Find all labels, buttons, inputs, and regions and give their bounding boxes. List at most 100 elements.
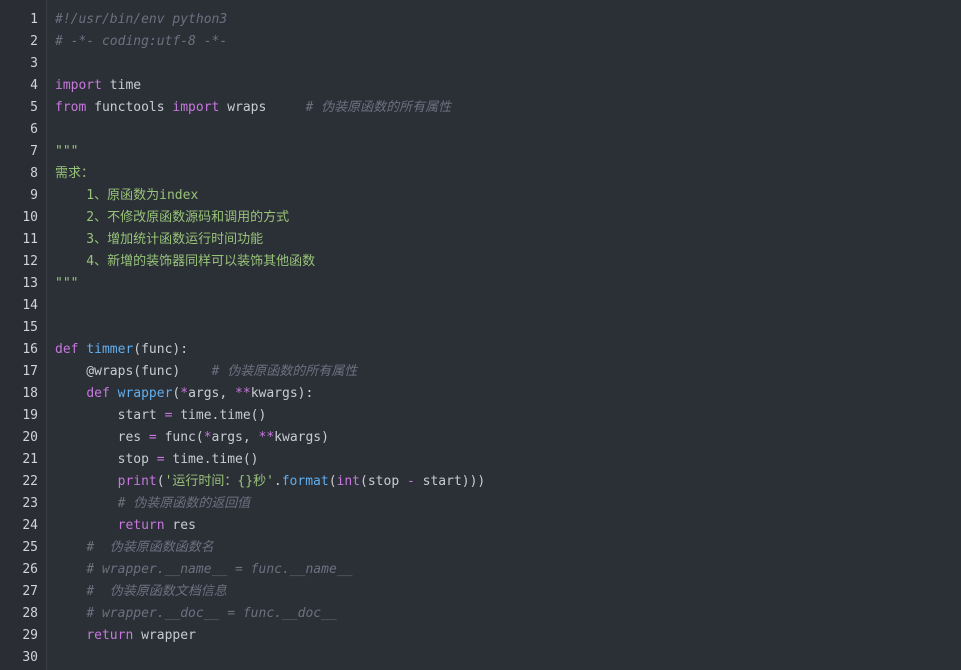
code-line[interactable]: 需求： bbox=[55, 163, 961, 185]
line-number: 11 bbox=[22, 232, 38, 247]
code-line[interactable] bbox=[55, 647, 961, 669]
code-line[interactable]: """ bbox=[55, 273, 961, 295]
code-token: ( bbox=[156, 474, 165, 489]
line-number: 10 bbox=[22, 210, 38, 225]
code-line[interactable]: res = func(*args, **kwargs) bbox=[55, 427, 961, 449]
code-line[interactable]: def timmer(func): bbox=[55, 339, 961, 361]
code-token: stop bbox=[55, 452, 157, 467]
code-token: from bbox=[55, 100, 87, 115]
code-line[interactable]: # 伪装原函数函数名 bbox=[55, 537, 961, 559]
line-number: 25 bbox=[22, 540, 38, 555]
line-number: 20 bbox=[22, 430, 38, 445]
code-area[interactable]: #!/usr/bin/env python3 # -*- coding:utf-8… bbox=[47, 0, 961, 670]
code-token: (func): bbox=[133, 342, 189, 357]
code-line[interactable]: # 伪装原函数的返回值 bbox=[55, 493, 961, 515]
code-token: import bbox=[172, 100, 220, 115]
code-token: start bbox=[55, 408, 165, 423]
code-token: = bbox=[156, 452, 165, 467]
line-number: 3 bbox=[30, 56, 38, 71]
line-number: 26 bbox=[22, 562, 38, 577]
code-token: time bbox=[101, 78, 142, 93]
code-token: return bbox=[117, 518, 165, 533]
line-number: 13 bbox=[22, 276, 38, 291]
code-editor[interactable]: 1 2 3 4 5 6 7 8 9 10 11 12 13 14 15 16 17 18 19 20 21 22 23 24 2… bbox=[0, 0, 961, 670]
line-number: 17 bbox=[22, 364, 38, 379]
code-token: . bbox=[273, 474, 282, 489]
code-line[interactable]: import time bbox=[55, 75, 961, 97]
code-token: # 伪装原函数文档信息 bbox=[86, 584, 227, 599]
code-token: # 伪装原函数的返回值 bbox=[117, 496, 251, 511]
code-line[interactable]: 2、不修改原函数源码和调用的方式 bbox=[55, 207, 961, 229]
code-token: wrapper bbox=[133, 628, 196, 643]
code-token: 需求： bbox=[55, 166, 95, 181]
code-line[interactable]: """ bbox=[55, 141, 961, 163]
code-token: 4、新增的装饰器同样可以装饰其他函数 bbox=[55, 254, 316, 269]
line-number: 29 bbox=[22, 628, 38, 643]
code-token: import bbox=[55, 78, 102, 93]
code-token: '运行时间：{}秒' bbox=[164, 474, 274, 489]
code-token: wraps bbox=[219, 100, 306, 115]
code-line[interactable]: return res bbox=[55, 515, 961, 537]
code-token: timmer bbox=[86, 342, 134, 357]
code-line[interactable]: stop = time.time() bbox=[55, 449, 961, 471]
code-token: * bbox=[180, 386, 189, 401]
code-line[interactable]: return wrapper bbox=[55, 625, 961, 647]
code-token: def bbox=[86, 386, 110, 401]
code-token: kwargs): bbox=[250, 386, 314, 401]
line-number: 19 bbox=[22, 408, 38, 423]
code-token: # 伪装原函数函数名 bbox=[86, 540, 214, 555]
code-line[interactable]: 4、新增的装饰器同样可以装饰其他函数 bbox=[55, 251, 961, 273]
line-number: 24 bbox=[22, 518, 38, 533]
code-line[interactable] bbox=[55, 295, 961, 317]
code-line[interactable]: @wraps(func) # 伪装原函数的所有属性 bbox=[55, 361, 961, 383]
code-line[interactable]: from functools import wraps # 伪装原函数的所有属性 bbox=[55, 97, 961, 119]
code-token: # wrapper.__doc__ = func.__doc__ bbox=[86, 606, 337, 621]
code-token: @wraps(func) bbox=[55, 364, 212, 379]
code-token: time.time() bbox=[164, 452, 259, 467]
line-number: 22 bbox=[22, 474, 38, 489]
line-number-gutter: 1 2 3 4 5 6 7 8 9 10 11 12 13 14 15 16 17 18 19 20 21 22 23 24 2… bbox=[0, 0, 47, 670]
code-token: args, bbox=[211, 430, 259, 445]
code-token: def bbox=[55, 342, 79, 357]
code-token: * bbox=[203, 430, 212, 445]
code-line[interactable]: # wrapper.__doc__ = func.__doc__ bbox=[55, 603, 961, 625]
code-token: ( bbox=[328, 474, 337, 489]
line-number: 30 bbox=[22, 650, 38, 665]
code-line[interactable]: 3、增加统计函数运行时间功能 bbox=[55, 229, 961, 251]
code-token: # 伪装原函数的所有属性 bbox=[305, 100, 452, 115]
code-token: #!/usr/bin/env python3 bbox=[55, 12, 228, 27]
code-line[interactable]: 1、原函数为index bbox=[55, 185, 961, 207]
code-token: kwargs) bbox=[274, 430, 329, 445]
code-line[interactable] bbox=[55, 53, 961, 75]
code-token: # wrapper.__name__ = func.__name__ bbox=[86, 562, 353, 577]
line-number: 18 bbox=[22, 386, 38, 401]
line-number: 12 bbox=[22, 254, 38, 269]
code-token: start))) bbox=[414, 474, 486, 489]
line-number: 2 bbox=[30, 34, 38, 49]
code-line[interactable] bbox=[55, 119, 961, 141]
code-line[interactable]: # -*- coding:utf-8 -*- bbox=[55, 31, 961, 53]
code-line[interactable]: print('运行时间：{}秒'.format(int(stop - start… bbox=[55, 471, 961, 493]
code-line[interactable]: start = time.time() bbox=[55, 405, 961, 427]
code-token: 1、原函数为index bbox=[55, 188, 199, 203]
code-line[interactable] bbox=[55, 317, 961, 339]
code-token: print bbox=[117, 474, 157, 489]
code-token: ** bbox=[235, 386, 251, 401]
code-token: ** bbox=[258, 430, 275, 445]
line-number: 6 bbox=[30, 122, 38, 137]
code-token: """ bbox=[55, 276, 79, 291]
code-line[interactable]: #!/usr/bin/env python3 bbox=[55, 9, 961, 31]
code-token: func( bbox=[156, 430, 204, 445]
code-line[interactable]: # wrapper.__name__ = func.__name__ bbox=[55, 559, 961, 581]
code-line[interactable]: # 伪装原函数文档信息 bbox=[55, 581, 961, 603]
code-line[interactable]: def wrapper(*args, **kwargs): bbox=[55, 383, 961, 405]
code-token: """ bbox=[55, 144, 79, 159]
code-token: - bbox=[406, 474, 415, 489]
code-token: 3、增加统计函数运行时间功能 bbox=[55, 232, 264, 247]
line-number: 23 bbox=[22, 496, 38, 511]
